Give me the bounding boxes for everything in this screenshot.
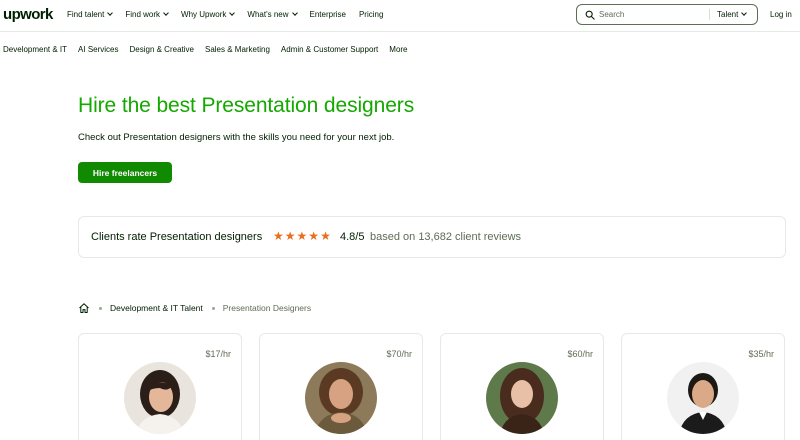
home-icon[interactable] [78,302,90,314]
nav-find-talent-label: Find talent [67,10,105,19]
profile-photo[interactable] [124,362,196,434]
nav-whats-new-label: What's new [247,10,289,19]
freelancer-card[interactable]: $17/hr [78,333,242,440]
star-icon: ★ [320,229,331,243]
chevron-down-icon [291,10,298,16]
category-development-it[interactable]: Development & IT [3,45,67,54]
profile-photo-image [305,362,377,434]
profile-photo-image [124,362,196,434]
top-navigation: upwork Find talent Find work Why Upwork … [0,0,800,32]
upwork-logo[interactable]: upwork [3,6,53,23]
page-subtitle: Check out Presentation designers with th… [78,132,395,143]
nav-find-talent[interactable]: Find talent [67,10,114,19]
rating-prefix: Clients rate Presentation designers [91,231,263,243]
star-icon: ★ [296,229,308,243]
breadcrumb-parent-link[interactable]: Development & IT Talent [110,303,203,313]
profile-photo[interactable] [486,362,558,434]
hourly-rate: $17/hr [205,349,231,359]
nav-whats-new[interactable]: What's new [247,10,298,19]
rating-score: 4.8/5 [340,231,365,243]
review-count: based on 13,682 client reviews [370,231,522,243]
nav-find-work[interactable]: Find work [125,10,169,19]
nav-find-work-label: Find work [125,10,161,19]
search-icon [585,10,595,20]
profile-photo[interactable] [305,362,377,434]
login-link[interactable]: Log in [770,10,792,19]
star-icon: ★ [308,229,320,243]
hourly-rate: $60/hr [567,349,593,359]
nav-pricing[interactable]: Pricing [359,10,383,19]
nav-why-upwork[interactable]: Why Upwork [181,10,236,19]
search-scope-dropdown[interactable]: Talent [717,10,748,19]
main-nav-links: Find talent Find work Why Upwork What's … [67,10,383,19]
nav-pricing-label: Pricing [358,10,384,19]
breadcrumb: Development & IT Talent Presentation Des… [78,302,311,314]
category-sales-marketing[interactable]: Sales & Marketing [205,45,270,54]
category-design-creative[interactable]: Design & Creative [130,45,194,54]
chevron-down-icon [741,10,748,16]
nav-why-upwork-label: Why Upwork [181,10,227,19]
hourly-rate: $35/hr [748,349,774,359]
search-scope-label: Talent [717,10,739,19]
search-divider [709,9,710,20]
freelancer-card[interactable]: $35/hr [621,333,785,440]
profile-photo-image [667,362,739,434]
star-icon: ★ [284,229,296,243]
nav-enterprise[interactable]: Enterprise [310,10,346,19]
search-box: Talent [576,4,758,25]
search-input[interactable] [599,8,707,21]
hourly-rate: $70/hr [386,349,412,359]
breadcrumb-separator [211,306,215,310]
rating-summary-card: Clients rate Presentation designers ★ ★ … [78,216,786,258]
profile-photo[interactable] [667,362,739,434]
category-ai-services[interactable]: AI Services [78,45,118,54]
nav-enterprise-label: Enterprise [309,10,346,19]
page-title: Hire the best Presentation designers [78,94,415,117]
breadcrumb-separator [99,306,102,310]
freelancer-card[interactable]: $60/hr [440,333,604,440]
breadcrumb-current: Presentation Designers [222,303,312,313]
profile-photo-image [486,362,558,434]
category-admin-support[interactable]: Admin & Customer Support [281,45,378,54]
category-nav: Development & IT AI Services Design & Cr… [3,45,408,54]
category-more[interactable]: More [389,45,407,54]
hire-freelancers-button[interactable]: Hire freelancers [78,162,172,183]
freelancer-card[interactable]: $70/hr [259,333,423,440]
chevron-down-icon [229,10,236,16]
chevron-down-icon [107,10,114,16]
star-rating: ★ ★ ★ ★ ★ [273,230,331,243]
star-icon: ★ [273,229,284,243]
chevron-down-icon [163,10,169,16]
